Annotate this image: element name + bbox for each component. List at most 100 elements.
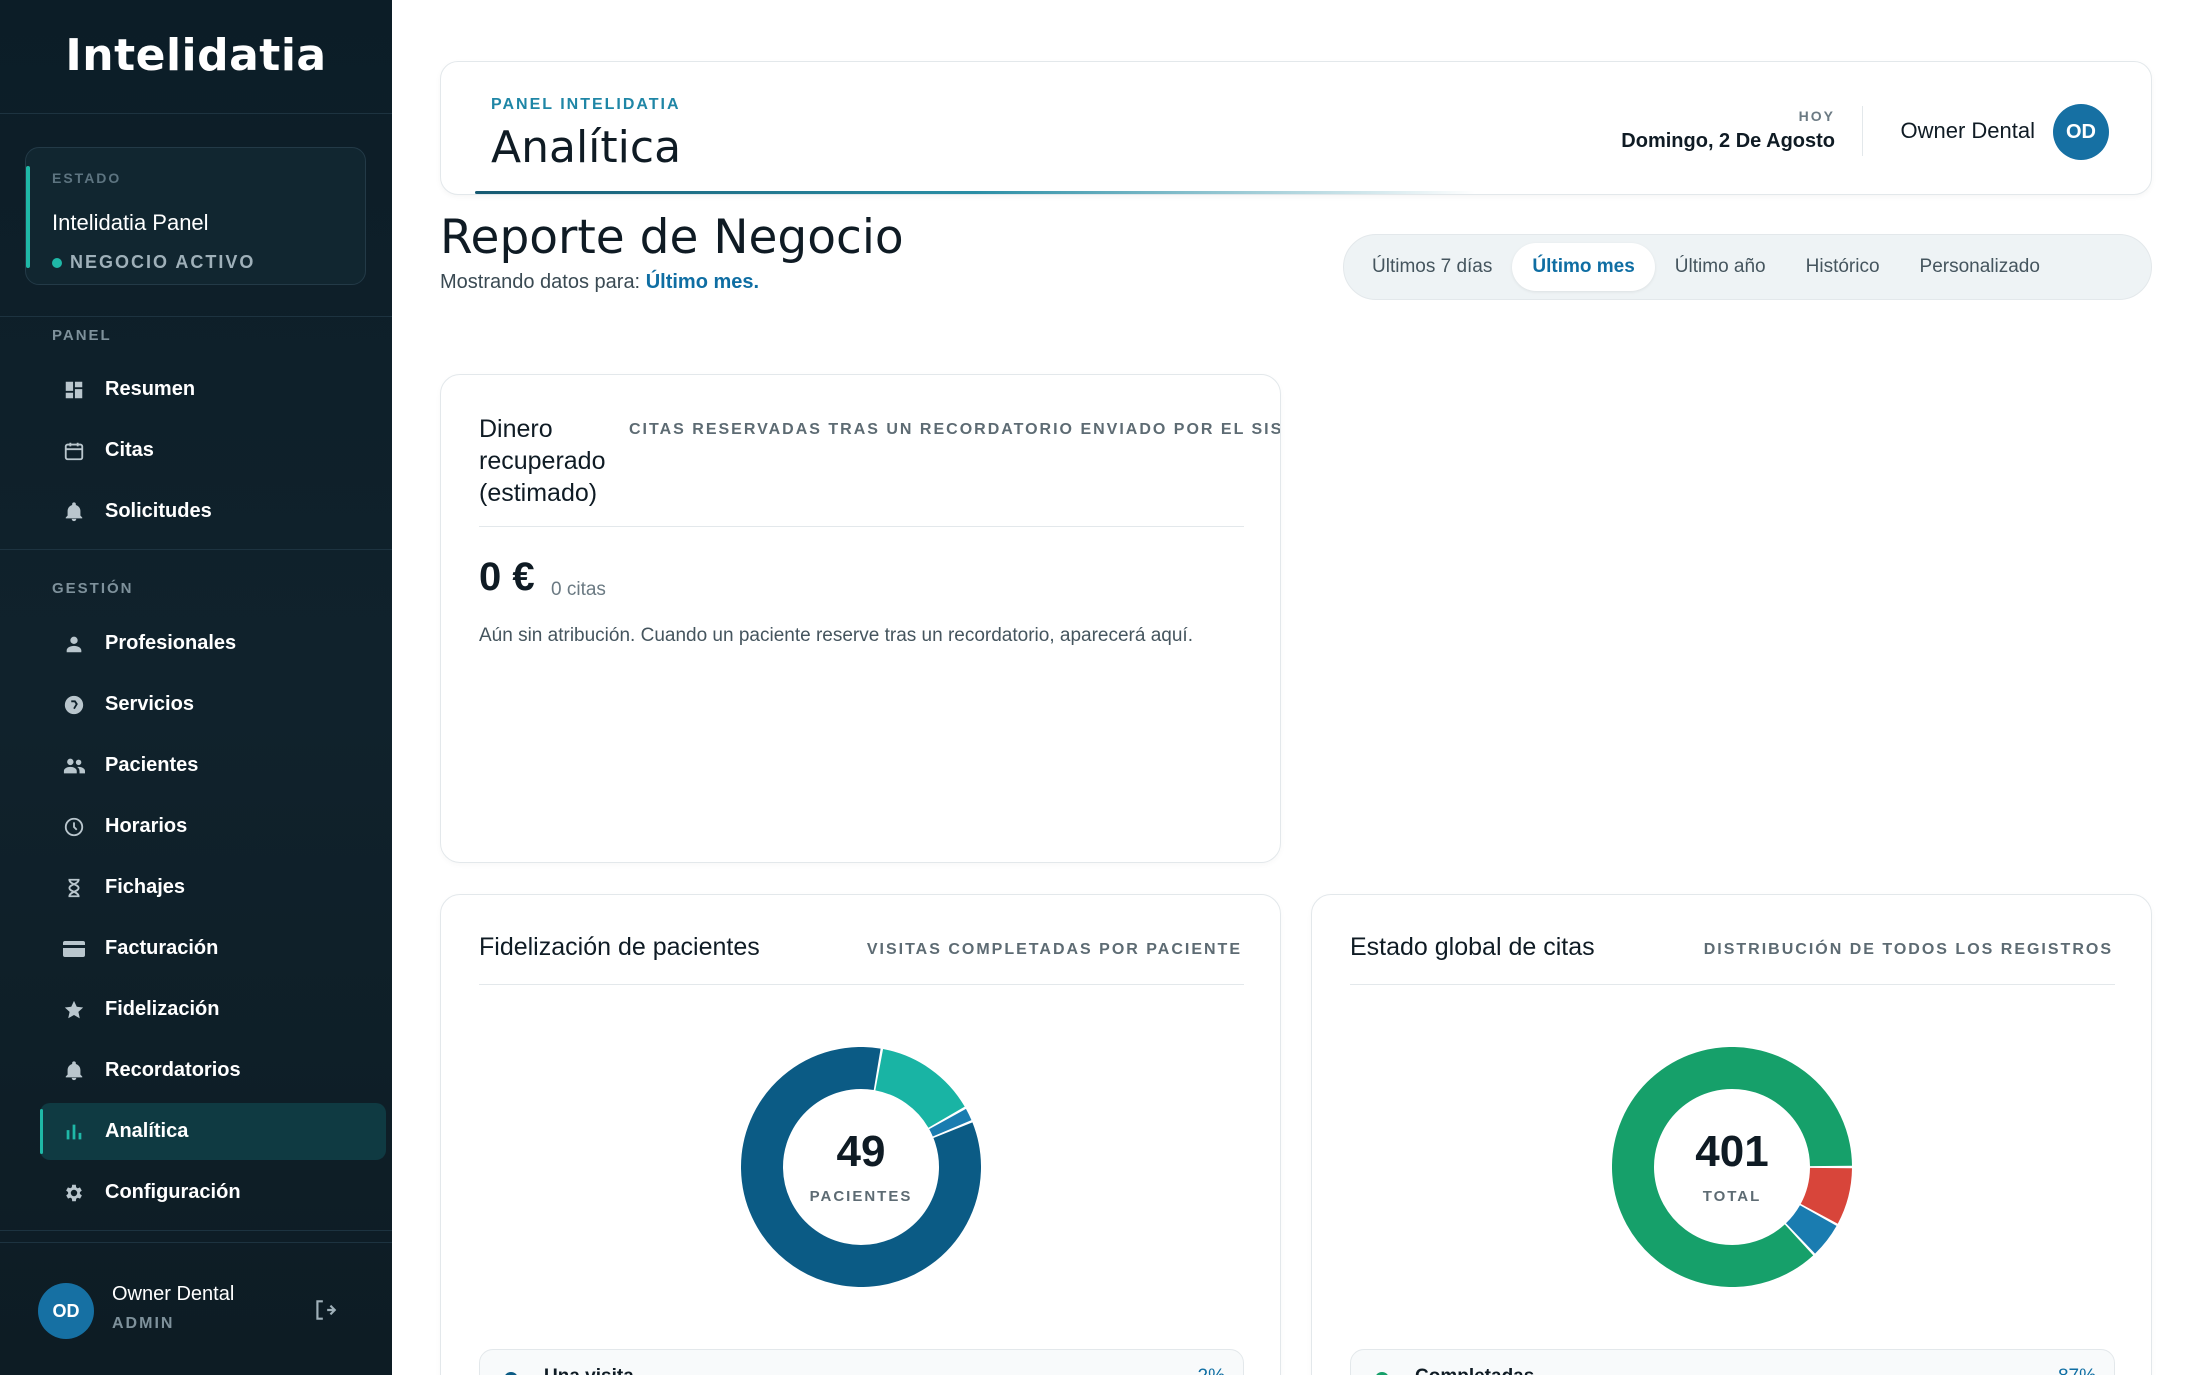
section-title-gestion: GESTIÓN	[52, 580, 134, 597]
services-icon	[60, 691, 88, 719]
tab-last-month[interactable]: Último mes	[1512, 243, 1655, 291]
sidebar-item-pacientes[interactable]: Pacientes	[40, 737, 386, 794]
dashboard-icon	[60, 376, 88, 404]
tab-custom[interactable]: Personalizado	[1900, 243, 2060, 291]
today-label: HOY	[1798, 108, 1835, 124]
business-state-card: ESTADO Intelidatia Panel NEGOCIO ACTIVO	[25, 147, 366, 285]
legend-item: Una visita 2%	[479, 1349, 1244, 1375]
header-separator	[1862, 106, 1863, 156]
legend-percent: 87%	[2058, 1366, 2096, 1375]
sidebar-item-fidelizacion[interactable]: Fidelización	[40, 981, 386, 1038]
bar-chart-icon	[60, 1118, 88, 1146]
calendar-icon	[60, 437, 88, 465]
report-title: Reporte de Negocio	[440, 210, 904, 265]
card-title-line: (estimado)	[479, 479, 598, 507]
page-title: Analítica	[491, 122, 682, 173]
donut-label: PACIENTES	[809, 1187, 913, 1205]
state-status-text: NEGOCIO ACTIVO	[70, 252, 256, 272]
tab-historic[interactable]: Histórico	[1786, 243, 1900, 291]
card-caption: VISITAS COMPLETADAS POR PACIENTE	[866, 941, 1242, 958]
report-subtitle: Mostrando datos para: Último mes.	[440, 271, 759, 294]
sidebar-item-facturacion[interactable]: Facturación	[40, 920, 386, 977]
user-name: Owner Dental	[112, 1283, 235, 1305]
clock-icon	[60, 813, 88, 841]
sidebar-item-label: Profesionales	[105, 632, 237, 654]
state-label: ESTADO	[52, 170, 122, 186]
legend-percent: 2%	[1198, 1366, 1225, 1375]
avatar[interactable]: OD	[38, 1283, 94, 1339]
patient-loyalty-card: Fidelización de pacientes VISITAS COMPLE…	[440, 894, 1281, 1375]
recovered-count: 0 citas	[551, 579, 606, 600]
donut-label: TOTAL	[1702, 1187, 1762, 1205]
sidebar-item-horarios[interactable]: Horarios	[40, 798, 386, 855]
sidebar-item-label: Fichajes	[105, 876, 186, 898]
state-status: NEGOCIO ACTIVO	[52, 252, 255, 273]
sidebar-divider	[0, 1230, 392, 1231]
sidebar-user: OD Owner Dental ADMIN	[0, 1242, 392, 1375]
header-user-name[interactable]: Owner Dental	[1900, 118, 2035, 144]
sidebar-item-analitica[interactable]: Analítica	[40, 1103, 386, 1160]
appointments-status-card: Estado global de citas DISTRIBUCIÓN DE T…	[1311, 894, 2152, 1375]
sidebar-item-recordatorios[interactable]: Recordatorios	[40, 1042, 386, 1099]
tab-last-7-days[interactable]: Últimos 7 días	[1352, 243, 1512, 291]
sidebar-item-servicios[interactable]: Servicios	[40, 676, 386, 733]
page-header: PANEL INTELIDATIA Analítica HOY Domingo,…	[440, 61, 2152, 195]
recovered-value: 0 €	[479, 555, 535, 599]
legend-label: Una visita	[544, 1366, 634, 1375]
sidebar-item-fichajes[interactable]: Fichajes	[40, 859, 386, 916]
donut-center: 401 TOTAL	[1612, 1047, 1852, 1287]
tab-last-year[interactable]: Último año	[1655, 243, 1786, 291]
card-title-line: recuperado	[479, 447, 606, 475]
sidebar-item-label: Resumen	[105, 378, 196, 400]
sidebar-item-label: Analítica	[105, 1120, 189, 1142]
state-accent-bar	[26, 166, 30, 268]
sidebar-item-label: Recordatorios	[105, 1059, 241, 1081]
card-title-line: Dinero	[479, 415, 553, 443]
breadcrumb: PANEL INTELIDATIA	[491, 96, 681, 113]
card-title: Dinero recuperado (estimado)	[479, 413, 605, 509]
card-caption: DISTRIBUCIÓN DE TODOS LOS REGISTROS	[1703, 941, 2113, 958]
sidebar-item-citas[interactable]: Citas	[40, 422, 386, 479]
sidebar-item-label: Configuración	[105, 1181, 241, 1203]
sidebar-item-profesionales[interactable]: Profesionales	[40, 615, 386, 672]
report-subtitle-suffix: .	[753, 271, 760, 293]
app-logo[interactable]: Intelidatia	[0, 30, 392, 81]
sidebar-item-label: Solicitudes	[105, 500, 212, 522]
logout-icon[interactable]	[312, 1297, 340, 1325]
recovered-note: Aún sin atribución. Cuando un paciente r…	[479, 625, 1193, 646]
header-accent-line	[475, 191, 1475, 194]
avatar[interactable]: OD	[2053, 104, 2109, 160]
sidebar-item-label: Pacientes	[105, 754, 199, 776]
sidebar-divider	[0, 316, 392, 317]
card-divider	[479, 984, 1244, 985]
card-title: Estado global de citas	[1350, 933, 1595, 961]
sidebar-divider	[0, 549, 392, 550]
sidebar-item-label: Horarios	[105, 815, 188, 837]
bell-icon	[60, 1057, 88, 1085]
card-divider	[1350, 984, 2115, 985]
sidebar: Intelidatia ESTADO Intelidatia Panel NEG…	[0, 0, 392, 1375]
state-business-name: Intelidatia Panel	[52, 210, 209, 235]
person-icon	[60, 630, 88, 658]
card-icon	[60, 935, 88, 963]
sidebar-item-resumen[interactable]: Resumen	[40, 361, 386, 418]
donut-center: 49 PACIENTES	[741, 1047, 981, 1287]
user-role: ADMIN	[112, 1315, 175, 1332]
status-dot-icon	[52, 257, 62, 268]
loyalty-donut: 49 PACIENTES	[741, 1047, 981, 1287]
legend-label: Completadas	[1415, 1366, 1534, 1375]
card-caption: CITAS RESERVADAS TRAS UN RECORDATORIO EN…	[629, 421, 1281, 438]
hourglass-icon	[60, 874, 88, 902]
recovered-money-card: Dinero recuperado (estimado) CITAS RESER…	[440, 374, 1281, 863]
report-subtitle-range: Último mes	[645, 271, 754, 293]
donut-total: 401	[1695, 1126, 1769, 1176]
sidebar-item-solicitudes[interactable]: Solicitudes	[40, 483, 386, 540]
sidebar-item-configuracion[interactable]: Configuración	[40, 1164, 386, 1221]
sidebar-item-label: Facturación	[105, 937, 219, 959]
bell-icon	[60, 498, 88, 526]
gear-icon	[60, 1179, 88, 1207]
people-icon	[60, 752, 88, 780]
legend-item: Completadas 87%	[1350, 1349, 2115, 1375]
sidebar-item-label: Servicios	[105, 693, 194, 715]
today-date: Domingo, 2 De Agosto	[1621, 130, 1835, 152]
